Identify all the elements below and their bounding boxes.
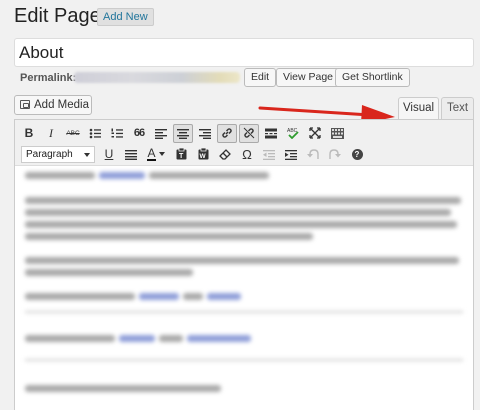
- align-right-icon[interactable]: [195, 124, 215, 143]
- special-character-icon[interactable]: Ω: [237, 145, 257, 164]
- edit-permalink-button[interactable]: Edit: [244, 68, 277, 87]
- spellcheck-icon[interactable]: ABC: [283, 124, 303, 143]
- outdent-icon[interactable]: [259, 145, 279, 164]
- paste-word-icon[interactable]: W: [193, 145, 213, 164]
- blockquote-icon[interactable]: 66: [129, 124, 149, 143]
- format-select-value: Paragraph: [26, 148, 73, 160]
- bullet-list-icon[interactable]: [85, 124, 105, 143]
- get-shortlink-button[interactable]: Get Shortlink: [335, 68, 410, 87]
- justify-icon[interactable]: [121, 145, 141, 164]
- editor-content[interactable]: [21, 170, 467, 410]
- add-media-button[interactable]: Add Media: [14, 95, 92, 115]
- fullscreen-icon[interactable]: [305, 124, 325, 143]
- post-title-input[interactable]: About: [14, 38, 474, 67]
- help-icon[interactable]: ?: [347, 145, 367, 164]
- insert-link-icon[interactable]: [217, 123, 237, 143]
- add-media-label: Add Media: [34, 99, 89, 111]
- svg-text:T: T: [179, 153, 184, 160]
- redo-icon[interactable]: [325, 145, 345, 164]
- italic-icon[interactable]: I: [41, 124, 61, 143]
- svg-text:W: W: [199, 153, 206, 160]
- align-left-icon[interactable]: [151, 124, 171, 143]
- underline-icon[interactable]: U: [99, 145, 119, 164]
- permalink-label: Permalink:: [20, 72, 77, 84]
- tab-visual[interactable]: Visual: [398, 97, 439, 120]
- align-center-icon[interactable]: [173, 123, 193, 143]
- editor[interactable]: B I ABC 66 ABC Paragraph U A T W Ω ?: [14, 119, 474, 410]
- indent-icon[interactable]: [281, 145, 301, 164]
- format-select[interactable]: Paragraph: [21, 145, 95, 163]
- add-new-button[interactable]: Add New: [97, 8, 154, 26]
- media-icon: [20, 100, 30, 109]
- numbered-list-icon[interactable]: [107, 124, 127, 143]
- view-page-button[interactable]: View Page: [276, 68, 341, 87]
- paste-text-icon[interactable]: T: [171, 145, 191, 164]
- chevron-down-icon: [84, 152, 90, 157]
- permalink-url[interactable]: [74, 72, 240, 83]
- editor-toolbar: B I ABC 66 ABC Paragraph U A T W Ω ?: [15, 120, 473, 166]
- strikethrough-icon[interactable]: ABC: [63, 124, 83, 143]
- undo-icon[interactable]: [303, 145, 323, 164]
- clear-formatting-icon[interactable]: [215, 145, 235, 164]
- bold-icon[interactable]: B: [19, 124, 39, 143]
- page-title: Edit Page: [14, 5, 101, 27]
- kitchen-sink-icon[interactable]: [327, 124, 347, 143]
- text-color-icon[interactable]: A: [143, 145, 169, 164]
- remove-link-icon[interactable]: [239, 123, 259, 143]
- tab-text[interactable]: Text: [441, 97, 474, 120]
- insert-more-icon[interactable]: [261, 124, 281, 143]
